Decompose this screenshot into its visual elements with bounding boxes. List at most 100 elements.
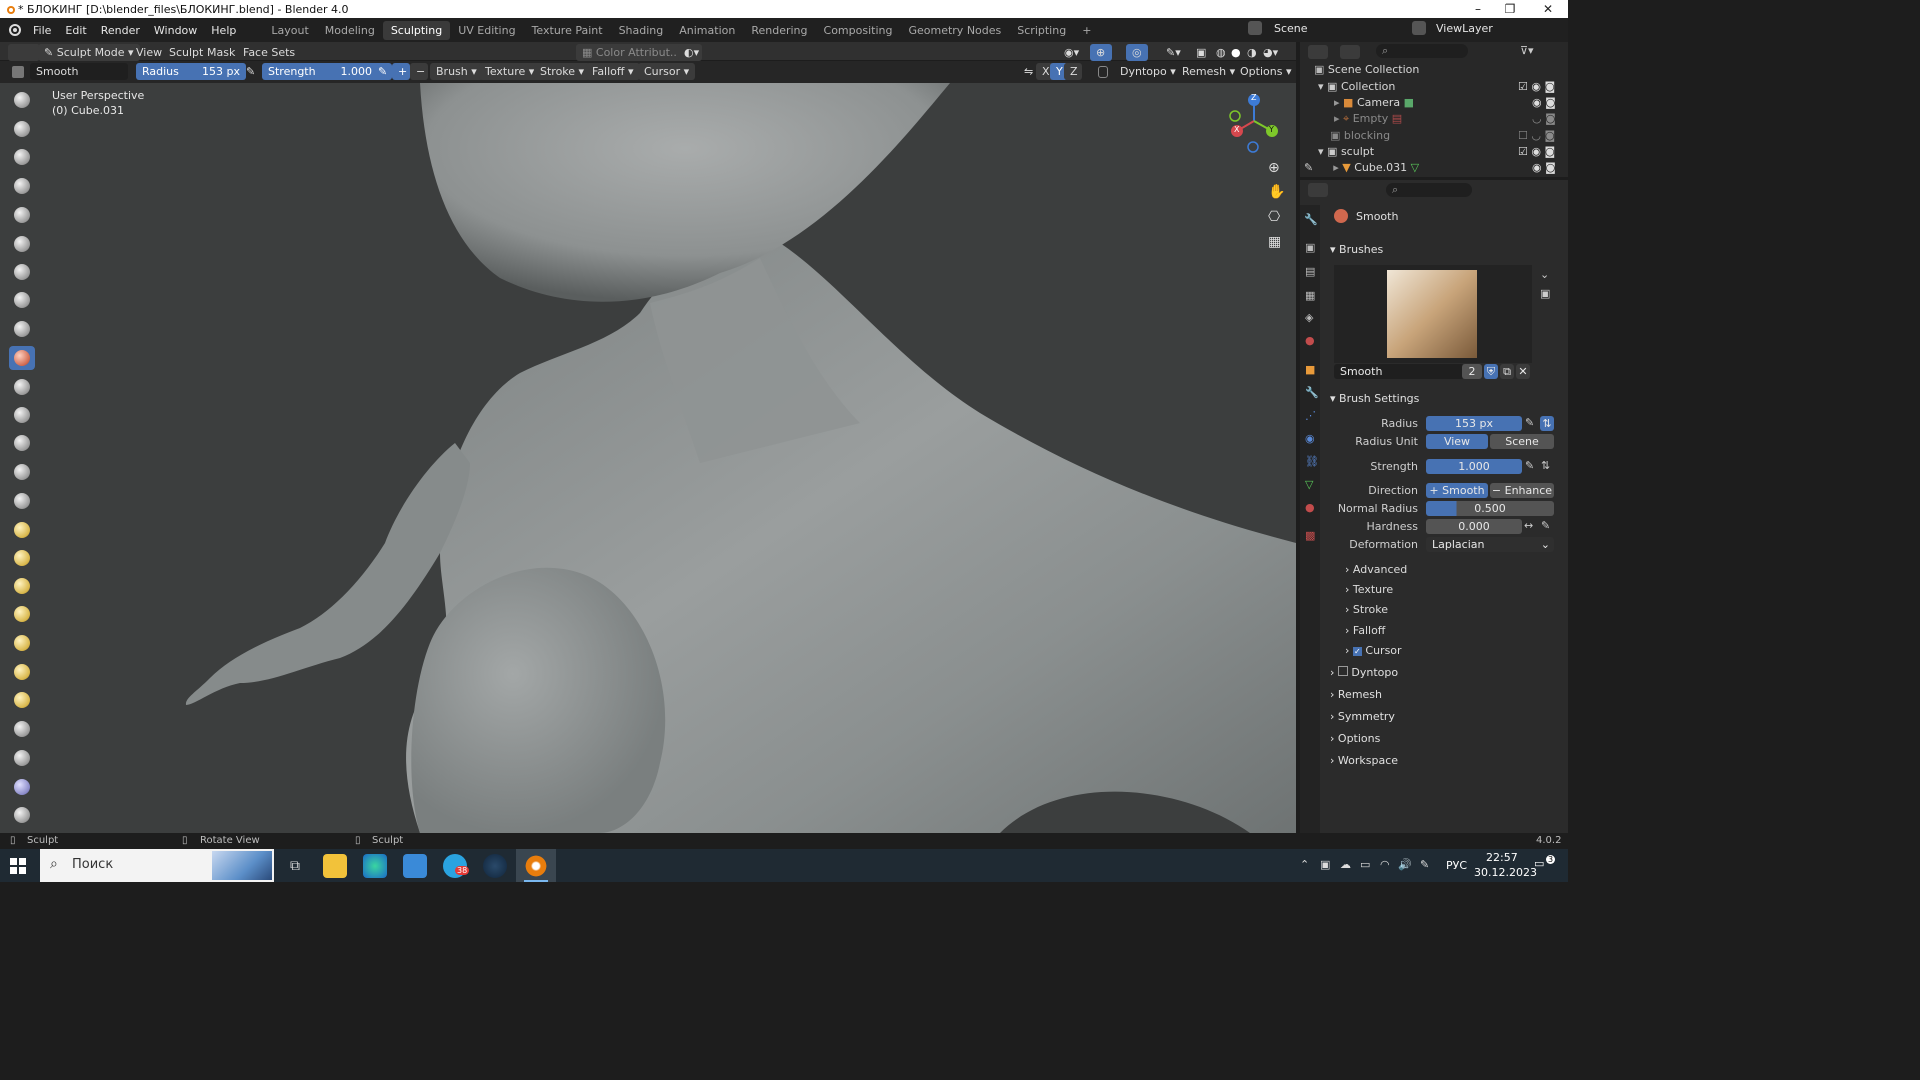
tab-compositing[interactable]: Compositing: [816, 21, 901, 40]
pan-hand-icon[interactable]: ✋: [1268, 184, 1285, 200]
tool-fill[interactable]: [9, 403, 35, 427]
tool-nudge[interactable]: [9, 660, 35, 684]
brush-dropdown[interactable]: Brush ▾: [430, 63, 483, 80]
cursor-subpanel[interactable]: › ✓ Cursor: [1345, 642, 1402, 660]
close-button[interactable]: ✕: [1530, 0, 1566, 18]
tool-inflate[interactable]: [9, 260, 35, 284]
cursor-dropdown[interactable]: Cursor ▾: [638, 63, 696, 80]
tool-rotate[interactable]: [9, 688, 35, 712]
cloud-icon[interactable]: ☁: [1340, 858, 1351, 871]
perspective-grid-icon[interactable]: ▦: [1268, 234, 1281, 250]
brush-texture-preview[interactable]: [1387, 270, 1477, 358]
tool-grab[interactable]: [9, 518, 35, 542]
outliner-editor-type-icon[interactable]: [1308, 45, 1328, 59]
tool-slide-relax[interactable]: [9, 717, 35, 741]
texture-subpanel[interactable]: › Texture: [1345, 581, 1393, 599]
hardness-field[interactable]: 0.000: [1426, 519, 1522, 534]
properties-editor-type-icon[interactable]: [1308, 183, 1328, 197]
visibility-toggles[interactable]: ◡ ◙: [1532, 111, 1556, 127]
brush-name-field[interactable]: Smooth: [30, 63, 128, 80]
navigation-gizmo[interactable]: Z X Y: [1222, 91, 1286, 155]
volume-icon[interactable]: 🔊: [1398, 858, 1412, 871]
menu-edit[interactable]: Edit: [58, 24, 93, 37]
normal-radius-slider[interactable]: 0.500: [1426, 501, 1554, 516]
tool-simplify[interactable]: [9, 803, 35, 827]
tool-crease[interactable]: [9, 317, 35, 341]
tool-cloth[interactable]: [9, 775, 35, 799]
menu-mask[interactable]: Mask: [201, 44, 241, 61]
outliner-row-sculpt[interactable]: ▾ ▣ sculpt ☑ ◉ ◙: [1300, 144, 1568, 160]
strength-jitter-icon[interactable]: ⇅: [1541, 459, 1550, 472]
radius-unit-scene-button[interactable]: Scene: [1490, 434, 1554, 449]
workspace-section[interactable]: › Workspace: [1330, 751, 1560, 771]
brush-image-icon[interactable]: ▣: [1540, 287, 1550, 300]
menu-render[interactable]: Render: [94, 24, 147, 37]
tray-app-icon[interactable]: ▣: [1320, 858, 1330, 871]
menu-window[interactable]: Window: [147, 24, 204, 37]
scene-tab-icon[interactable]: ◈: [1305, 311, 1313, 324]
filter-icon[interactable]: ⊽▾: [1520, 44, 1534, 57]
tool-thumb[interactable]: [9, 602, 35, 626]
visibility-toggles[interactable]: ◉ ◙: [1532, 95, 1556, 111]
tab-layout[interactable]: Layout: [263, 21, 316, 40]
direction-enhance-button[interactable]: − Enhance ...: [1490, 483, 1554, 512]
remesh-section[interactable]: › Remesh: [1330, 685, 1560, 705]
render-tab-icon[interactable]: ▣: [1305, 241, 1315, 254]
properties-search-input[interactable]: ⌕: [1386, 183, 1472, 197]
blender-menu-icon[interactable]: [8, 23, 22, 37]
tab-geometry-nodes[interactable]: Geometry Nodes: [900, 21, 1009, 40]
tool-flatten[interactable]: [9, 375, 35, 399]
world-tab-icon[interactable]: ●: [1305, 334, 1315, 347]
direction-add-button[interactable]: +: [392, 63, 410, 80]
strength-field[interactable]: Strength 1.000: [262, 63, 378, 80]
tool-blob[interactable]: [9, 288, 35, 312]
dyntopo-checkbox[interactable]: [1098, 66, 1108, 78]
tray-chevron-icon[interactable]: ⌃: [1300, 858, 1309, 871]
outliner-search-input[interactable]: ⌕: [1376, 44, 1468, 58]
outliner-row-cube[interactable]: ✎ ▸ ▼ Cube.031 ▽ ◉ ◙: [1300, 160, 1568, 176]
view-layer-selector[interactable]: ViewLayer: [1436, 22, 1493, 35]
brush-strength-field[interactable]: 1.000: [1426, 459, 1522, 474]
task-view-icon[interactable]: ⧉: [283, 854, 307, 878]
tab-modeling[interactable]: Modeling: [317, 21, 383, 40]
tool-clay[interactable]: [9, 145, 35, 169]
tab-uv-editing[interactable]: UV Editing: [450, 21, 523, 40]
menu-file[interactable]: File: [26, 24, 58, 37]
falloff-subpanel[interactable]: › Falloff: [1345, 622, 1385, 640]
visibility-icon[interactable]: ◉▾: [1058, 44, 1085, 61]
texture-dropdown[interactable]: Texture ▾: [479, 63, 541, 80]
visibility-toggles[interactable]: ☑ ◉ ◙: [1518, 79, 1555, 95]
modifier-tab-icon[interactable]: 🔧: [1305, 386, 1319, 399]
radius-jitter-icon[interactable]: ⇅: [1540, 416, 1554, 431]
strength-pressure-icon[interactable]: ✎: [1525, 459, 1534, 472]
battery-icon[interactable]: ▭: [1360, 858, 1370, 871]
viewport-overlay-toggle[interactable]: ◐▾: [678, 44, 702, 61]
editor-type-icon[interactable]: [8, 44, 40, 61]
hardness-pressure-icon[interactable]: ✎: [1541, 519, 1550, 532]
file-explorer-icon[interactable]: [323, 854, 347, 878]
menu-help[interactable]: Help: [204, 24, 243, 37]
remesh-dropdown[interactable]: Remesh ▾: [1176, 63, 1241, 80]
wifi-icon[interactable]: ◠: [1380, 858, 1390, 871]
rendered-shading-icon[interactable]: ◕▾: [1257, 44, 1284, 61]
brushes-section-header[interactable]: ▾ Brushes: [1330, 240, 1560, 260]
tool-clay-thumb[interactable]: [9, 203, 35, 227]
blender-taskbar-button[interactable]: [516, 849, 556, 882]
color-attribute-selector[interactable]: ▦ Color Attribut...: [576, 44, 687, 61]
3d-viewport[interactable]: User Perspective (0) Cube.031 Z X Y ⊕ ✋ …: [0, 83, 1296, 833]
windows-start-icon[interactable]: [10, 858, 26, 874]
maximize-button[interactable]: ❐: [1492, 0, 1528, 18]
tool-pinch[interactable]: [9, 489, 35, 513]
tool-draw-sharp[interactable]: [9, 117, 35, 141]
outliner-row-camera[interactable]: ▸ ■ Camera ■ ◉ ◙: [1300, 95, 1568, 111]
object-tab-icon[interactable]: ■: [1305, 363, 1315, 376]
visibility-toggles[interactable]: ☐ ◡ ◙: [1518, 128, 1555, 144]
notifications-icon[interactable]: ▭: [1534, 857, 1544, 870]
brush-list-dropdown-icon[interactable]: ⌄: [1540, 268, 1549, 281]
zoom-icon[interactable]: ⊕: [1268, 160, 1280, 176]
clock-date[interactable]: 30.12.2023: [1474, 866, 1537, 879]
stroke-subpanel[interactable]: › Stroke: [1345, 601, 1388, 619]
radius-pressure-icon[interactable]: ✎: [240, 63, 260, 80]
outliner-row-collection[interactable]: ▾ ▣ Collection ☑ ◉ ◙: [1300, 79, 1568, 95]
view-layer-tab-icon[interactable]: ▦: [1305, 289, 1315, 302]
